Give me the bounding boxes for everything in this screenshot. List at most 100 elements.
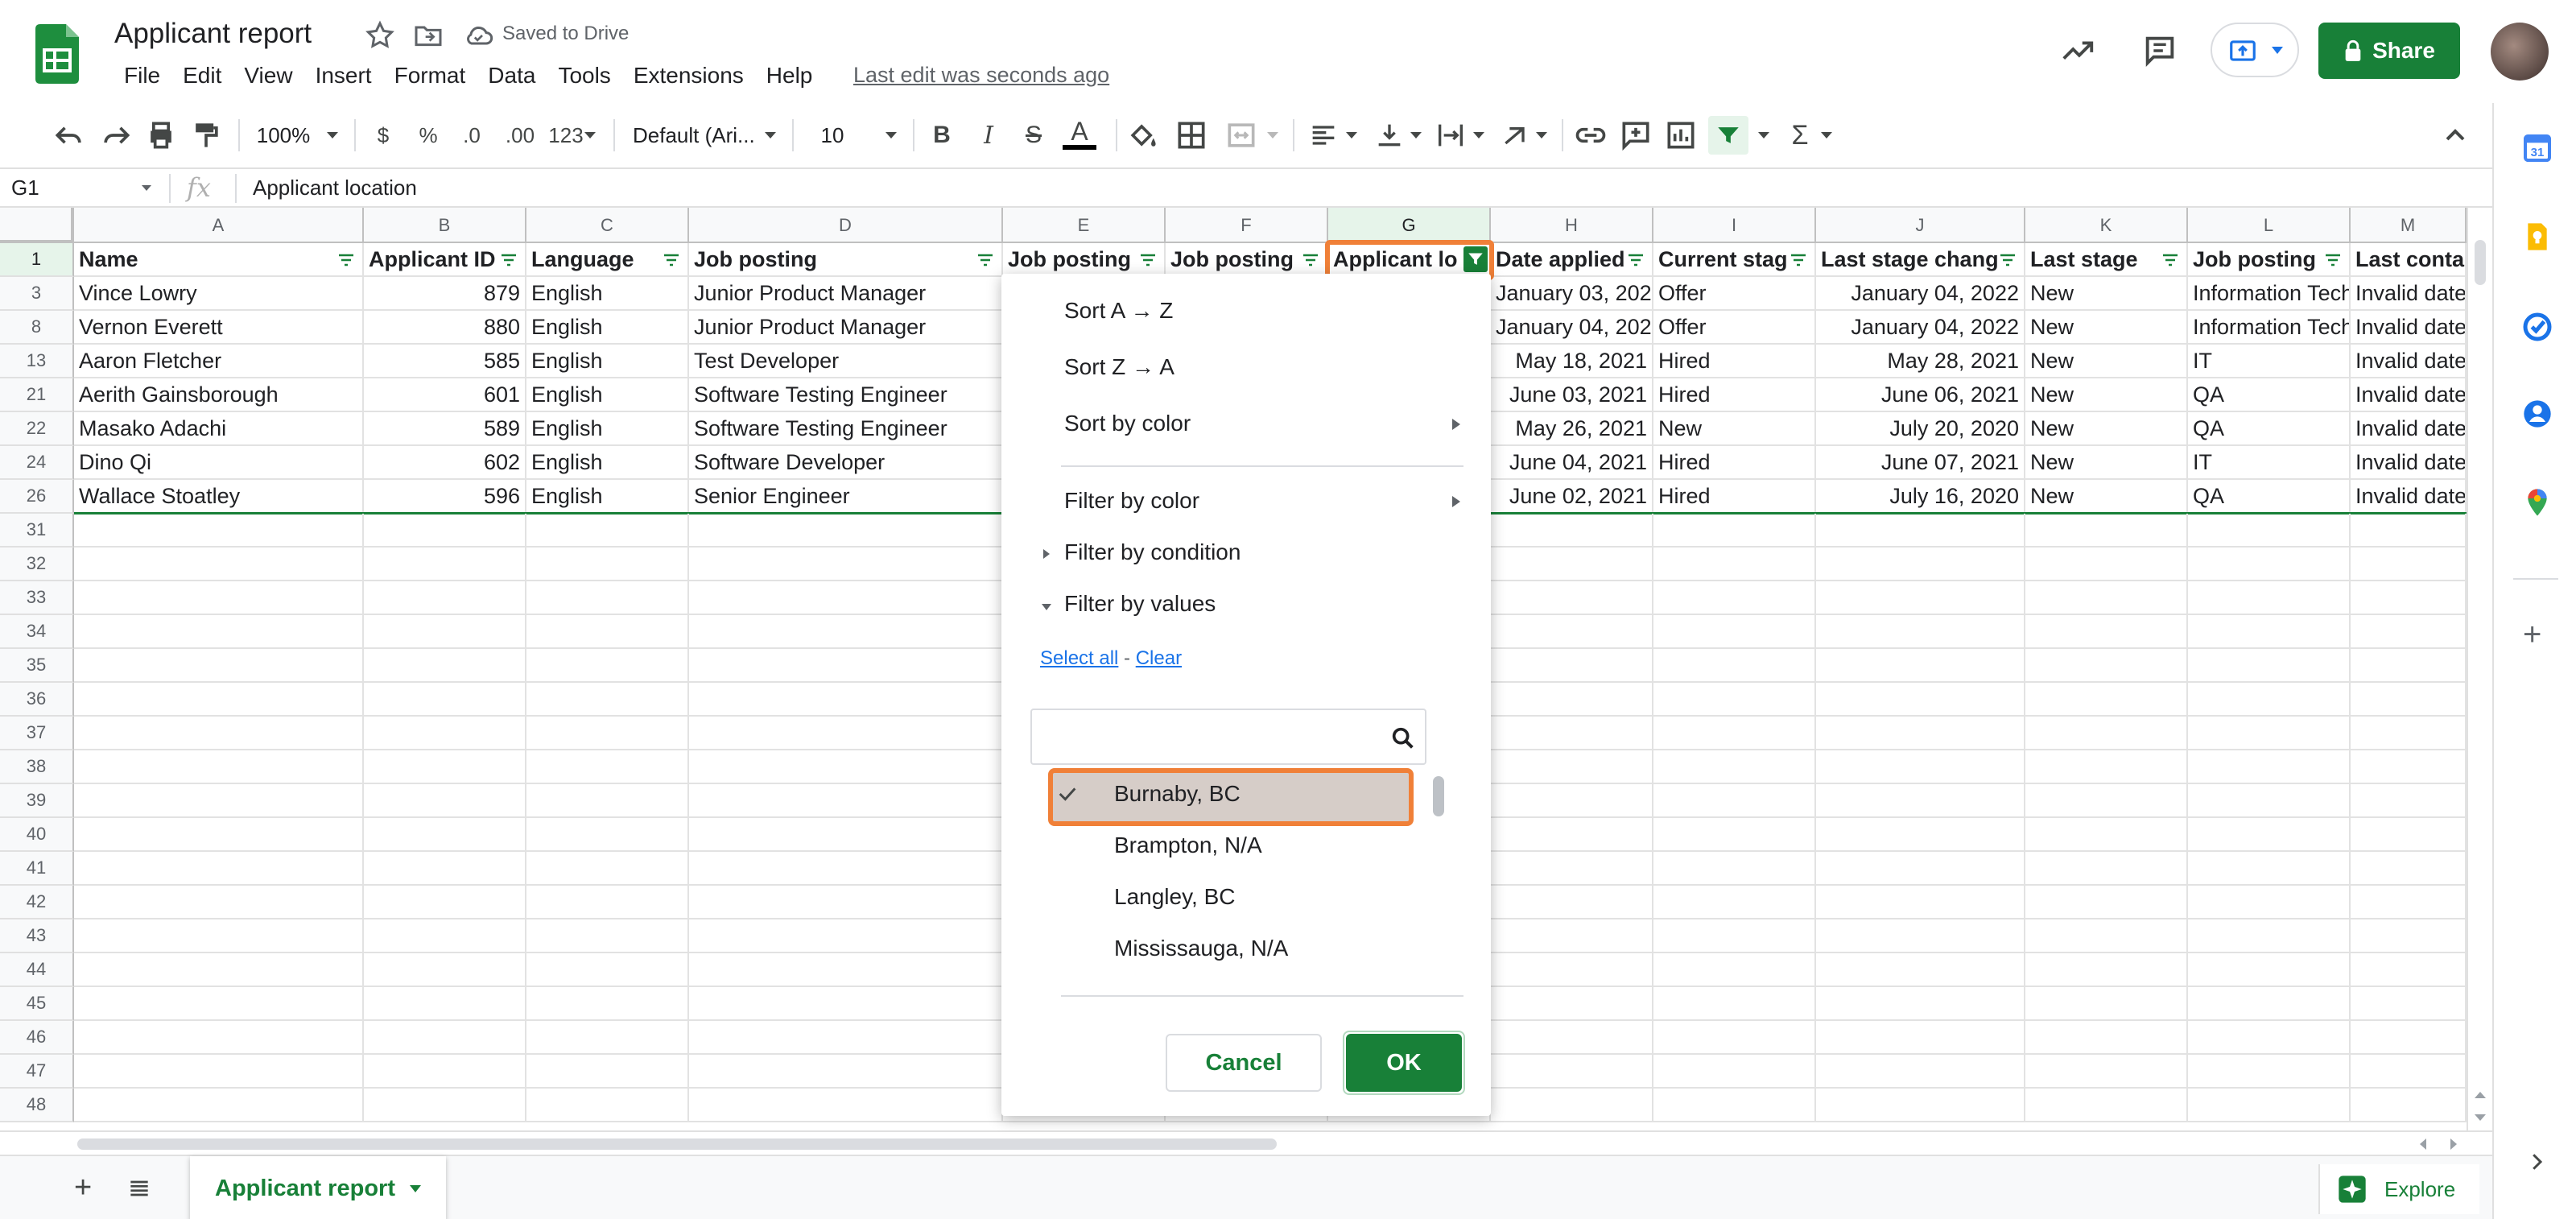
empty-cell[interactable] <box>1816 750 2025 784</box>
cell-i[interactable]: Hired <box>1653 378 1816 412</box>
empty-cell[interactable] <box>1653 987 1816 1021</box>
cell-j[interactable]: May 28, 2021 <box>1816 345 2025 378</box>
cell-l[interactable]: QA <box>2188 378 2351 412</box>
empty-cell[interactable] <box>2025 683 2188 717</box>
column-header-c[interactable]: C <box>526 208 689 243</box>
sort-z-a-item[interactable]: Sort Z → A <box>1064 354 1174 380</box>
paint-format-icon[interactable] <box>188 118 224 153</box>
ok-button[interactable]: OK <box>1346 1034 1462 1092</box>
row-header[interactable]: 13 <box>0 345 74 378</box>
header-cell-j[interactable]: Last stage chang <box>1816 243 2025 277</box>
row-header[interactable]: 35 <box>0 649 74 683</box>
font-size-dropdown-icon[interactable] <box>886 132 897 138</box>
undo-icon[interactable] <box>52 118 87 153</box>
more-formats-button[interactable]: 123 <box>546 118 586 153</box>
empty-cell[interactable] <box>1491 548 1653 581</box>
row-header[interactable]: 44 <box>0 953 74 987</box>
share-button[interactable]: Share <box>2318 23 2460 79</box>
select-all-corner[interactable] <box>0 208 74 243</box>
empty-cell[interactable] <box>2025 987 2188 1021</box>
empty-cell[interactable] <box>1653 514 1816 548</box>
font-family-select[interactable]: Default (Ari... <box>633 118 778 153</box>
menu-format[interactable]: Format <box>383 61 477 93</box>
empty-cell[interactable] <box>364 818 526 852</box>
expand-panel-icon[interactable] <box>2524 1150 2549 1174</box>
empty-cell[interactable] <box>2188 683 2351 717</box>
cell-k[interactable]: New <box>2025 345 2188 378</box>
empty-cell[interactable] <box>689 886 1003 919</box>
cell-h[interactable]: January 03, 2022 <box>1491 277 1653 311</box>
empty-cell[interactable] <box>689 1055 1003 1089</box>
text-rotation-icon[interactable] <box>1499 118 1531 153</box>
empty-cell[interactable] <box>2351 717 2467 750</box>
horizontal-align-icon[interactable] <box>1307 118 1340 153</box>
cell-m[interactable]: Invalid date <box>2351 345 2467 378</box>
percent-format-button[interactable]: % <box>414 118 443 153</box>
currency-format-button[interactable]: $ <box>369 118 398 153</box>
row-header[interactable]: 24 <box>0 446 74 480</box>
column-filter-icon[interactable] <box>1789 251 1808 269</box>
empty-cell[interactable] <box>1491 852 1653 886</box>
column-filter-icon[interactable] <box>2323 251 2343 269</box>
empty-cell[interactable] <box>526 953 689 987</box>
valign-dropdown-icon[interactable] <box>1410 132 1422 138</box>
empty-cell[interactable] <box>1816 1089 2025 1122</box>
menu-tools[interactable]: Tools <box>547 61 621 93</box>
empty-cell[interactable] <box>1653 953 1816 987</box>
cell-j[interactable]: January 04, 2022 <box>1816 311 2025 345</box>
empty-cell[interactable] <box>526 615 689 649</box>
rotation-dropdown-icon[interactable] <box>1536 132 1547 138</box>
move-folder-icon[interactable] <box>412 19 444 52</box>
empty-cell[interactable] <box>1491 615 1653 649</box>
cell-j[interactable]: June 07, 2021 <box>1816 446 2025 480</box>
empty-cell[interactable] <box>2351 1089 2467 1122</box>
cell-l[interactable]: IT <box>2188 446 2351 480</box>
empty-cell[interactable] <box>2025 717 2188 750</box>
cell-m[interactable]: Invalid date <box>2351 412 2467 446</box>
row-header[interactable]: 22 <box>0 412 74 446</box>
cell-b[interactable]: 880 <box>364 311 526 345</box>
cell-m[interactable]: Invalid date <box>2351 378 2467 412</box>
empty-cell[interactable] <box>364 953 526 987</box>
empty-cell[interactable] <box>2188 953 2351 987</box>
cell-d[interactable]: Senior Engineer <box>689 480 1003 514</box>
empty-cell[interactable] <box>74 953 364 987</box>
empty-cell[interactable] <box>74 818 364 852</box>
font-size-select[interactable]: 10 <box>818 118 847 153</box>
cell-h[interactable]: May 18, 2021 <box>1491 345 1653 378</box>
value-item-mississauga[interactable]: Mississauga, N/A <box>1114 936 1288 961</box>
empty-cell[interactable] <box>1816 581 2025 615</box>
cell-d[interactable]: Junior Product Manager <box>689 277 1003 311</box>
empty-cell[interactable] <box>526 649 689 683</box>
empty-cell[interactable] <box>74 1089 364 1122</box>
empty-cell[interactable] <box>1816 987 2025 1021</box>
cell-j[interactable]: July 20, 2020 <box>1816 412 2025 446</box>
empty-cell[interactable] <box>526 1089 689 1122</box>
empty-cell[interactable] <box>2351 1055 2467 1089</box>
empty-cell[interactable] <box>2188 1055 2351 1089</box>
empty-cell[interactable] <box>1653 886 1816 919</box>
empty-cell[interactable] <box>1653 919 1816 953</box>
empty-cell[interactable] <box>1491 514 1653 548</box>
insert-link-icon[interactable] <box>1573 118 1608 153</box>
empty-cell[interactable] <box>364 615 526 649</box>
empty-cell[interactable] <box>526 1055 689 1089</box>
row-header[interactable]: 41 <box>0 852 74 886</box>
borders-icon[interactable] <box>1174 118 1209 153</box>
cell-b[interactable]: 879 <box>364 277 526 311</box>
empty-cell[interactable] <box>2025 852 2188 886</box>
cell-c[interactable]: English <box>526 311 689 345</box>
fill-color-icon[interactable] <box>1125 118 1161 153</box>
name-box[interactable]: G1 <box>11 176 39 200</box>
empty-cell[interactable] <box>74 548 364 581</box>
empty-cell[interactable] <box>1653 615 1816 649</box>
cell-i[interactable]: Hired <box>1653 345 1816 378</box>
cell-i[interactable]: Offer <box>1653 311 1816 345</box>
row-header[interactable]: 48 <box>0 1089 74 1122</box>
cell-k[interactable]: New <box>2025 311 2188 345</box>
empty-cell[interactable] <box>526 581 689 615</box>
empty-cell[interactable] <box>364 886 526 919</box>
scroll-up-icon[interactable] <box>2475 1092 2486 1098</box>
empty-cell[interactable] <box>2188 1089 2351 1122</box>
formula-input[interactable]: Applicant location <box>253 176 417 200</box>
